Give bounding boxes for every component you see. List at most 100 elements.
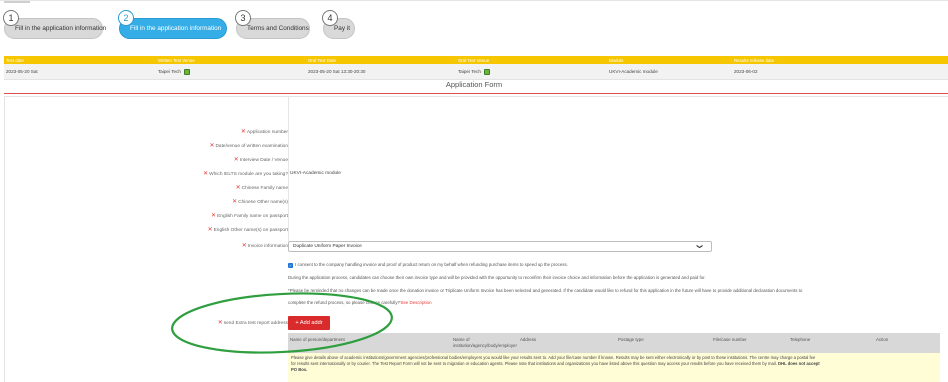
required-mark: ✕ (232, 199, 238, 205)
col-telephone: Telephone (790, 337, 811, 342)
written-venue-value: Taipei Tech (158, 69, 181, 74)
required-mark: ✕ (211, 213, 217, 219)
step-3-label: Terms and Conditions (247, 25, 309, 32)
exam-info-table: Test date Written Test Venue Oral Test D… (4, 56, 948, 80)
notice-bold: DHL does not accept (778, 361, 820, 366)
exam-table-header: Test date Written Test Venue Oral Test D… (4, 56, 948, 64)
required-mark: ✕ (235, 185, 241, 191)
col-module: Module (609, 57, 624, 63)
field-extra-report: ✕send Extra test report address (0, 318, 948, 328)
field-label: ✕English Family name on passport (211, 211, 288, 221)
col-oral-venue: Oral Test Venue (458, 57, 490, 63)
field-label: ✕Date/venue of written examination (209, 141, 288, 151)
oral-venue-value: Taipei Tech (458, 69, 481, 74)
reminder-text-2: complete the refund process, so please c… (288, 300, 399, 305)
required-mark: ✕ (240, 129, 246, 135)
step-4-tab[interactable]: 4 Pay it (322, 10, 355, 39)
field-value: UKVI-Academic module (290, 171, 341, 176)
step-3-tab[interactable]: 3 Terms and Conditions (235, 10, 310, 39)
reminder-text-1: *Please be reminded that no changes can … (288, 288, 803, 293)
required-mark: ✕ (233, 157, 239, 163)
field-chinese-other-names: ✕Chinese Other name(s) (0, 197, 948, 207)
oral-venue-cell: Taipei Tech (458, 64, 490, 79)
form-border (4, 97, 5, 382)
field-label-text: English Other name(s) on passport (213, 228, 288, 233)
col-written-venue: Written Test Venue (158, 57, 195, 63)
notice-line-3: PO Box. (291, 367, 308, 372)
step-2-tab[interactable]: 2 Fill in the application information (118, 10, 227, 39)
required-mark: ✕ (217, 320, 223, 326)
process-text: During the application process, candidat… (288, 275, 706, 280)
test-date-value: 2023-05-20 Sat (6, 69, 38, 74)
col-institution: Name of institution/agency/body/employer (453, 337, 517, 348)
col-postage: Postage type (618, 337, 644, 342)
oral-date-value: 2023-05-20 Sat 13:30-20:30 (308, 69, 366, 74)
add-address-button[interactable]: + Add addr (288, 316, 330, 330)
field-interview: ✕Interview Date / Venue (0, 155, 948, 165)
step-1-number: 1 (3, 10, 19, 26)
field-label-text: send Extra test report address (223, 321, 288, 326)
extra-report-table-header: Name of person/department Name of instit… (288, 333, 940, 353)
module-value: UKVI-Academic module (609, 69, 658, 74)
reminder-line-2: complete the refund process, so please c… (288, 300, 432, 306)
field-module: ✕Which IELTS module are you taking? UKVI… (0, 169, 948, 179)
field-label: ✕Which IELTS module are you taking? (203, 169, 288, 179)
col-test-date: Test date (6, 57, 24, 63)
field-label: ✕Application number (241, 127, 288, 137)
step-1-label: Fill in the application information (15, 25, 107, 32)
step-4-number: 4 (322, 10, 338, 26)
field-written-exam: ✕Date/venue of written examination (0, 141, 948, 151)
field-label-text: Which IELTS module are you taking? (209, 172, 288, 177)
written-venue-cell: Taipei Tech (158, 64, 190, 79)
field-label: ✕Interview Date / Venue (234, 155, 288, 165)
required-mark: ✕ (209, 143, 215, 149)
field-label-text: Application number (246, 130, 288, 135)
field-label-text: Invoice information (247, 244, 288, 249)
extra-report-notice: Please give details above of academic in… (288, 353, 940, 382)
col-person: Name of person/department (290, 337, 345, 342)
field-label-text: Interview Date / Venue (239, 158, 288, 163)
col-action: Action (876, 337, 889, 342)
field-label: ✕Chinese Other name(s) (232, 197, 288, 207)
col-results-date: Results release date (734, 57, 775, 63)
chevron-down-icon: ❯ (695, 243, 702, 250)
step-2-number: 2 (118, 10, 134, 26)
consent-text: I consent to the company handling invoic… (295, 262, 568, 267)
field-label: ✕Chinese Family name (236, 183, 288, 193)
table-row: 2023-05-20 Sat Taipei Tech 2023-05-20 Sa… (4, 64, 948, 80)
invoice-select[interactable]: Duplicate Uniform Paper Invoice ❯ (288, 241, 712, 252)
col-address: Address (520, 337, 537, 342)
see-description-link[interactable]: *See Description (399, 300, 432, 305)
field-label-text: Chinese Other name(s) (238, 200, 288, 205)
required-mark: ✕ (207, 227, 213, 233)
notice-text-2: for results sent internationally or by c… (291, 361, 777, 366)
page-title: Application Form (445, 80, 503, 89)
results-date-value: 2023-06-02 (734, 69, 758, 74)
field-chinese-family-name: ✕Chinese Family name (0, 183, 948, 193)
required-mark: ✕ (241, 243, 247, 249)
field-application-number: ✕Application number (0, 127, 948, 137)
section-subdivider (4, 96, 948, 97)
field-label-text: Date/venue of written examination (215, 144, 288, 149)
top-divider-mark (4, 1, 30, 3)
col-file-number: File/case number (713, 337, 747, 342)
field-label: ✕Invoice information (242, 241, 288, 251)
field-label: ✕send Extra test report address (218, 318, 288, 328)
consent-line: ✓ I consent to the company handling invoi… (288, 262, 568, 268)
section-divider (4, 93, 948, 94)
required-mark: ✕ (203, 171, 209, 177)
top-divider (0, 0, 948, 4)
consent-checkbox[interactable]: ✓ (288, 263, 293, 268)
field-label-text: English Family name on passport (217, 214, 288, 219)
field-label-text: Chinese Family name (241, 186, 288, 191)
field-english-family-name: ✕English Family name on passport (0, 211, 948, 221)
step-3-number: 3 (235, 10, 251, 26)
step-4-label: Pay it (334, 25, 350, 32)
field-label: ✕English Other name(s) on passport (208, 225, 288, 235)
col-oral-date: Oral Test Date (308, 57, 336, 63)
map-icon[interactable] (183, 68, 190, 75)
field-english-other-names: ✕English Other name(s) on passport (0, 225, 948, 235)
step-1-tab[interactable]: 1 Fill in the application information (3, 10, 107, 39)
map-icon[interactable] (483, 68, 490, 75)
invoice-select-value: Duplicate Uniform Paper Invoice (293, 244, 362, 249)
